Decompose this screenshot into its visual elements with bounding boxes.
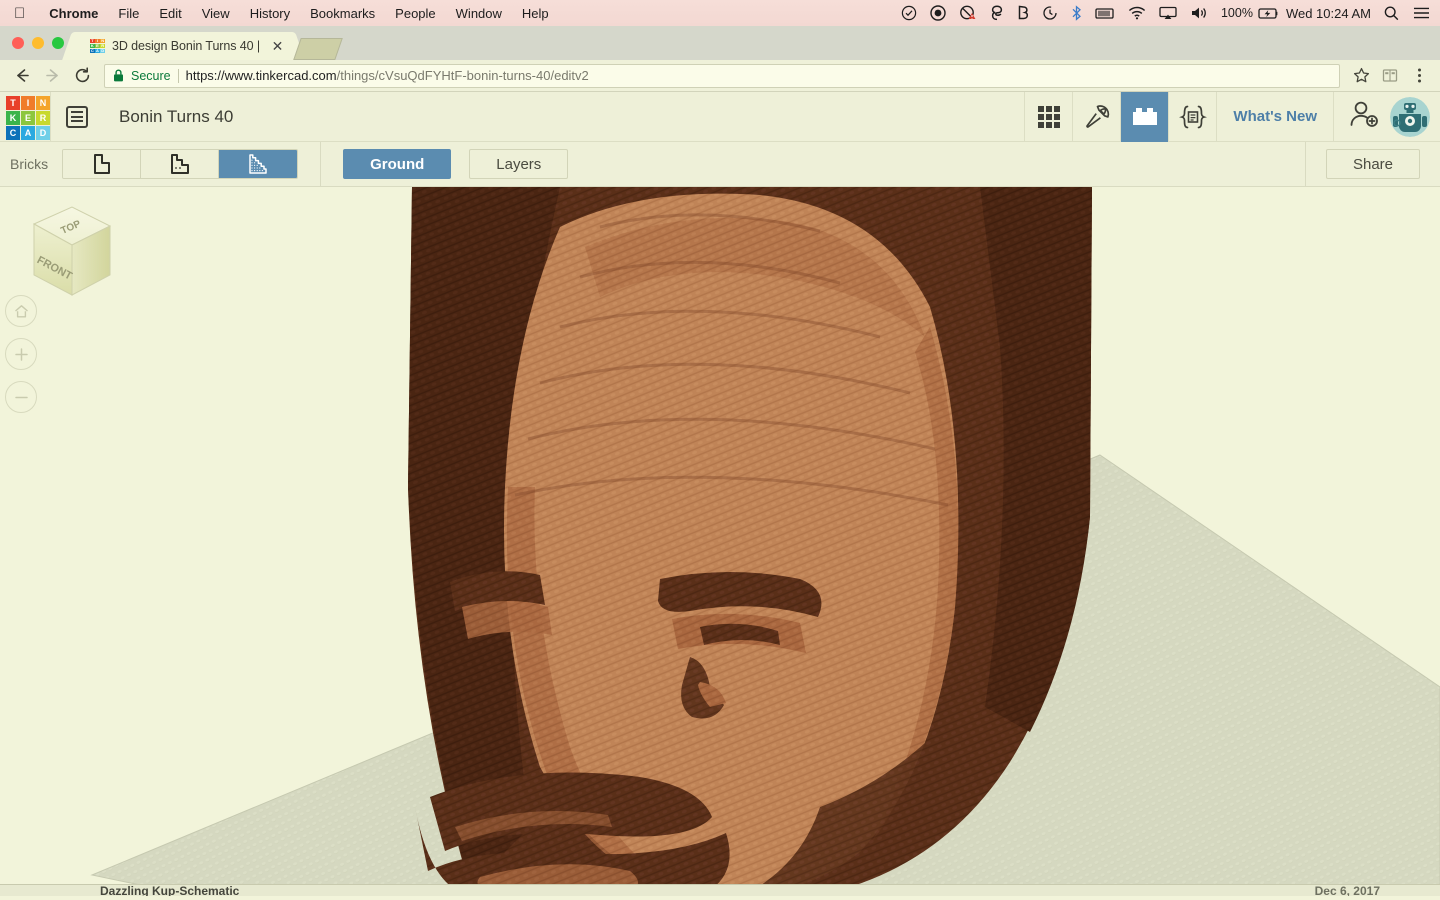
logo-tile-c: C	[90, 47, 95, 54]
lock-icon	[113, 69, 124, 82]
address-bar[interactable]: Secure https://www.tinkercad.com/things/…	[104, 63, 1340, 88]
battery-percentage: 100%	[1220, 6, 1253, 20]
logo-tile-a: A	[21, 125, 35, 140]
subtoolbar-divider	[320, 141, 322, 187]
logo-tile-k: K	[6, 110, 20, 125]
tab-title: 3D design Bonin Turns 40 | Tin	[112, 39, 263, 53]
wifi-icon[interactable]	[1128, 5, 1146, 21]
minecraft-pickaxe-icon[interactable]	[1072, 91, 1120, 142]
volume-icon[interactable]	[1190, 5, 1208, 21]
airplay-icon[interactable]	[1159, 5, 1177, 21]
menu-people[interactable]: People	[385, 6, 445, 21]
tinkercad-logo[interactable]: TIN KER CAD	[4, 94, 50, 140]
menu-window[interactable]: Window	[446, 6, 512, 21]
brick-resolution-medium-icon[interactable]	[141, 150, 220, 178]
new-tab-button[interactable]	[293, 38, 343, 60]
three-dot-menu-icon[interactable]	[1406, 63, 1432, 89]
download-bar: Dazzling Kup-Schematic Dec 6, 2017	[0, 884, 1440, 896]
editor-canvas[interactable]: TOP FRONT Dazzling Kup-Schematic Dec 6, …	[0, 187, 1440, 896]
battery-bar-icon[interactable]	[1095, 5, 1115, 21]
logo-tile-d: D	[100, 47, 105, 54]
layers-button[interactable]: Layers	[469, 149, 569, 179]
codeblocks-icon[interactable]	[1168, 91, 1216, 142]
navigation-buttons	[5, 295, 37, 413]
back-arrow-icon[interactable]	[8, 62, 36, 90]
add-person-icon[interactable]	[1348, 99, 1380, 134]
view-cube[interactable]: TOP FRONT	[14, 199, 124, 309]
menubar-clock[interactable]: Wed 10:24 AM	[1286, 6, 1371, 21]
tinkercad-favicon: TINKERCAD	[90, 38, 105, 54]
robot-avatar[interactable]	[1390, 96, 1430, 137]
browser-toolbar: Secure https://www.tinkercad.com/things/…	[0, 60, 1440, 92]
battery-charging-icon[interactable]	[1258, 5, 1280, 21]
logo-tile-a: A	[95, 47, 100, 54]
logo-tile-t: T	[6, 95, 20, 110]
download-item[interactable]: Dazzling Kup-Schematic	[100, 885, 239, 896]
macos-menubar:  Chrome File Edit View History Bookmark…	[0, 0, 1440, 26]
bricks-icon[interactable]	[1120, 91, 1169, 142]
menu-file[interactable]: File	[108, 6, 149, 21]
download-date: Dec 6, 2017	[1314, 884, 1380, 896]
do-not-disturb-warning-icon[interactable]	[959, 5, 977, 21]
forward-arrow-icon	[38, 62, 66, 90]
backblaze-b-icon[interactable]	[1017, 5, 1029, 21]
extension-icon[interactable]	[1377, 63, 1403, 89]
logo-tile-d: D	[36, 125, 50, 140]
plus-icon[interactable]	[5, 338, 37, 370]
minus-icon[interactable]	[5, 381, 37, 413]
menu-help[interactable]: Help	[512, 6, 559, 21]
menu-edit[interactable]: Edit	[149, 6, 191, 21]
menu-bookmarks[interactable]: Bookmarks	[300, 6, 385, 21]
brick-resolution-fine-icon[interactable]	[219, 150, 298, 178]
time-machine-icon[interactable]	[1042, 5, 1058, 21]
security-status-label: Secure	[131, 68, 171, 83]
logo-tile-c: C	[6, 125, 20, 140]
spotlight-search-icon[interactable]	[1383, 5, 1400, 21]
address-bar-url: https://www.tinkercad.com/things/cVsuQdF…	[185, 68, 589, 83]
logo-tile-r: R	[36, 110, 50, 125]
star-icon[interactable]	[1348, 63, 1374, 89]
record-dot-icon[interactable]	[930, 5, 946, 21]
bricks-label: Bricks	[10, 156, 49, 172]
tinkercad-header: TIN KER CAD Bonin Turns 40 What's New	[0, 91, 1440, 142]
reload-icon[interactable]	[68, 62, 96, 90]
hamburger-list-icon[interactable]	[51, 92, 103, 142]
workplane-scene	[90, 187, 1440, 896]
menu-history[interactable]: History	[240, 6, 300, 21]
lego-portrait-model	[408, 187, 1092, 896]
omnibox-divider	[177, 68, 179, 83]
evernote-icon[interactable]	[990, 5, 1004, 21]
home-icon[interactable]	[5, 295, 37, 327]
logo-tile-e: E	[21, 110, 35, 125]
gallery-grid-icon[interactable]	[1024, 91, 1072, 142]
logo-tile-n: N	[36, 95, 50, 110]
notification-center-icon[interactable]	[1413, 5, 1430, 21]
zoom-window-button[interactable]	[52, 37, 64, 49]
browser-tab-strip: TINKERCAD 3D design Bonin Turns 40 | Tin…	[0, 26, 1440, 60]
logo-tile-i: I	[21, 95, 35, 110]
minimize-window-button[interactable]	[32, 37, 44, 49]
page-title: Bonin Turns 40	[119, 106, 234, 126]
share-button[interactable]: Share	[1325, 149, 1420, 179]
browser-tab[interactable]: TINKERCAD 3D design Bonin Turns 40 | Tin…	[76, 32, 291, 60]
bluetooth-icon[interactable]	[1071, 5, 1082, 21]
menu-chrome[interactable]: Chrome	[39, 6, 108, 21]
whats-new-link[interactable]: What's New	[1216, 91, 1333, 142]
apple-menu-icon[interactable]: 	[14, 6, 25, 21]
close-icon[interactable]: ✕	[270, 39, 285, 53]
checkmark-circle-icon[interactable]	[901, 5, 917, 21]
tinkercad-subtoolbar: Bricks Ground Layers Share	[0, 141, 1440, 187]
brick-resolution-group	[62, 149, 299, 179]
close-window-button[interactable]	[12, 37, 24, 49]
ground-button[interactable]: Ground	[343, 149, 452, 179]
menu-view[interactable]: View	[192, 6, 240, 21]
brick-resolution-coarse-icon[interactable]	[63, 150, 142, 178]
